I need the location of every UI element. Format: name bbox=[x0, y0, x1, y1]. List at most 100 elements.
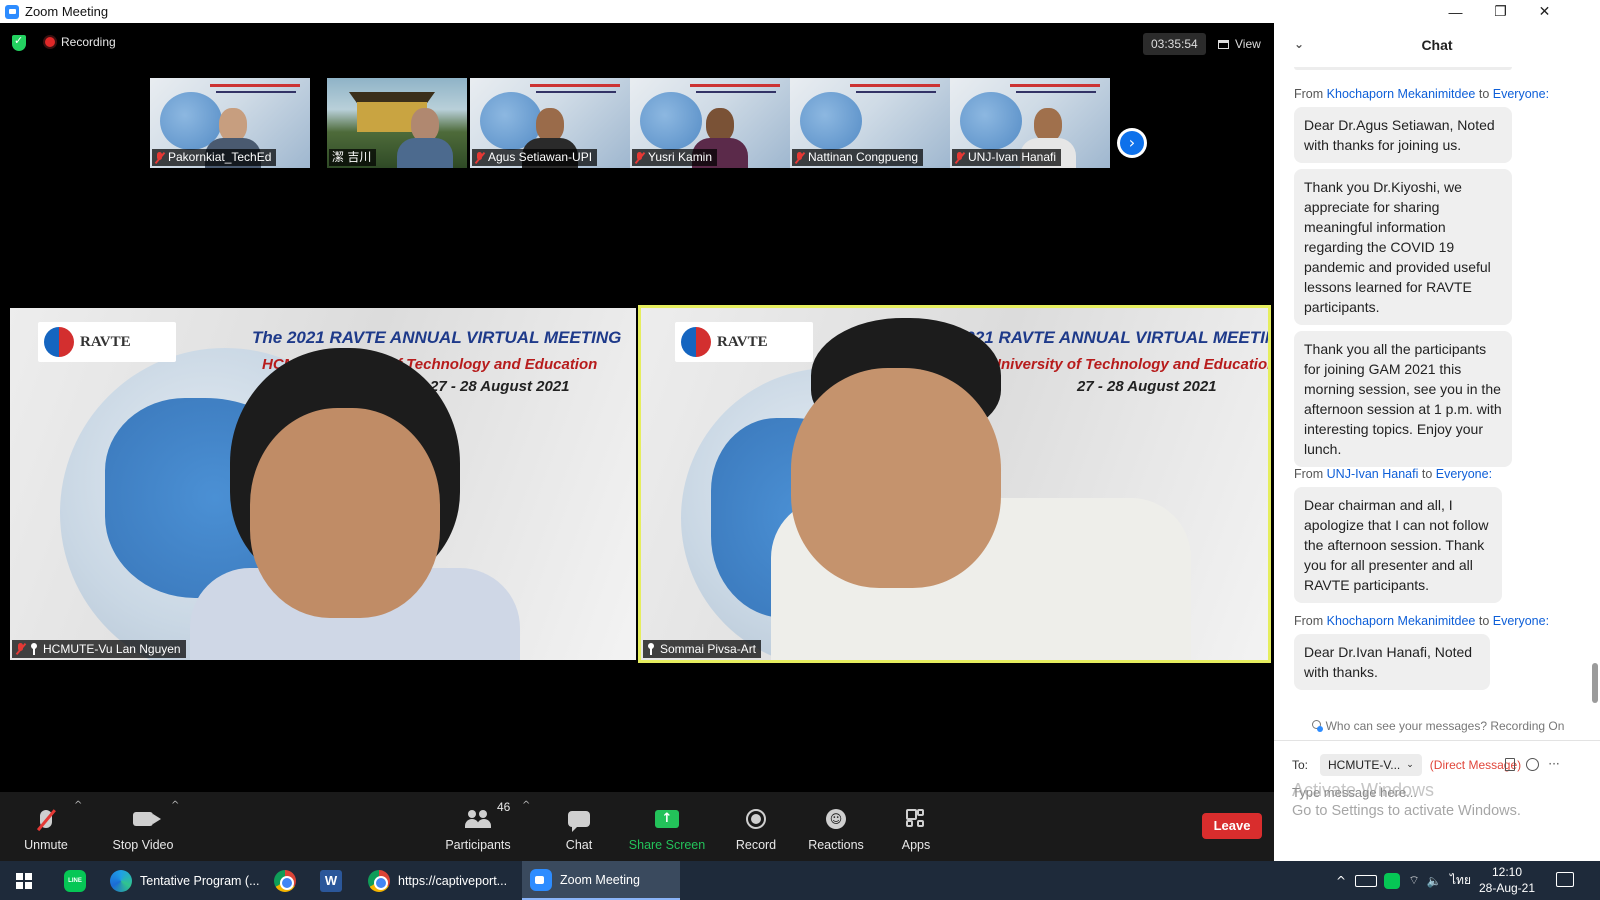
leave-button[interactable]: Leave bbox=[1202, 813, 1262, 839]
muted-mic-icon bbox=[635, 151, 644, 164]
recording-dot-icon bbox=[45, 37, 55, 47]
chat-icon bbox=[568, 811, 590, 832]
participant-thumbnail[interactable]: Yusri Kamin bbox=[630, 78, 790, 168]
sender-name[interactable]: UNJ-Ivan Hanafi bbox=[1327, 467, 1419, 481]
message-sender-line: From Khochaporn Mekanimitdee to Everyone… bbox=[1294, 87, 1550, 101]
chevron-right-icon: › bbox=[1120, 131, 1144, 155]
close-button[interactable]: ✕ bbox=[1522, 0, 1567, 23]
audio-options-caret[interactable]: ^ bbox=[74, 800, 82, 811]
wifi-icon[interactable]: ⌔ bbox=[1404, 873, 1424, 888]
speaker-muted-icon[interactable]: 🔈 bbox=[1424, 874, 1444, 888]
participant-thumbnail[interactable]: Nattinan Congpueng bbox=[790, 78, 950, 168]
title-bar: Zoom Meeting — ❐ ✕ bbox=[0, 0, 1600, 23]
participant-name-tag: Sommai Pivsa-Art bbox=[643, 640, 762, 658]
video-tile[interactable]: RAVTE The 2021 RAVTE ANNUAL VIRTUAL MEET… bbox=[10, 308, 636, 660]
recording-indicator[interactable]: Recording bbox=[45, 35, 116, 49]
notification-center-icon[interactable] bbox=[1556, 872, 1574, 887]
next-page-button[interactable]: › bbox=[1117, 128, 1147, 158]
chat-button[interactable]: Chat bbox=[559, 796, 599, 852]
meeting-timer: 03:35:54 bbox=[1143, 33, 1206, 55]
file-attach-button[interactable] bbox=[1502, 756, 1518, 772]
participants-options-caret[interactable]: ^ bbox=[522, 800, 530, 811]
minimize-button[interactable]: — bbox=[1433, 0, 1478, 23]
chat-scrollbar[interactable] bbox=[1592, 67, 1598, 707]
chat-message[interactable]: Dear Dr.Agus Setiawan, Noted with thanks… bbox=[1294, 107, 1512, 163]
taskbar-item-zoom[interactable]: Zoom Meeting bbox=[522, 861, 680, 900]
stop-video-button[interactable]: Stop Video bbox=[108, 796, 178, 852]
chat-message[interactable]: Dear chairman and all, I apologize that … bbox=[1294, 487, 1502, 603]
slide-dates: 27 - 28 August 2021 bbox=[430, 378, 570, 395]
chevron-down-icon[interactable]: ⌄ bbox=[1294, 37, 1304, 51]
video-options-caret[interactable]: ^ bbox=[171, 800, 179, 811]
chat-message-group: From Khochaporn Mekanimitdee to Everyone… bbox=[1294, 87, 1584, 473]
taskbar-item-word[interactable]: W bbox=[312, 861, 352, 900]
chat-message[interactable]: Dear Dr.Ivan Hanafi, Noted with thanks. bbox=[1294, 634, 1490, 690]
language-indicator[interactable]: ไทย bbox=[1450, 871, 1471, 890]
reactions-button[interactable]: ☺ Apps Reactions bbox=[808, 796, 864, 852]
edge-icon bbox=[110, 869, 132, 892]
participant-thumbnail[interactable]: 潔 吉川 bbox=[327, 78, 467, 168]
meeting-area: Recording 03:35:54 View Pakornkiat_TechE… bbox=[0, 23, 1274, 861]
zoom-window: Zoom Meeting — ❐ ✕ Recording 03:35:54 Vi… bbox=[0, 0, 1600, 900]
recipient-name[interactable]: Everyone: bbox=[1436, 467, 1492, 481]
scrollbar-thumb[interactable] bbox=[1592, 663, 1598, 703]
active-speaker-tile[interactable]: RAVTE The 2021 RAVTE ANNUAL VIRTUAL MEET… bbox=[638, 305, 1271, 663]
chat-message[interactable]: Thank you all the participants for joini… bbox=[1294, 331, 1512, 467]
chat-title: Chat bbox=[1421, 37, 1453, 53]
taskbar-item-edge[interactable]: Tentative Program (... bbox=[102, 861, 260, 900]
participant-thumbnail[interactable]: Pakornkiat_TechEd bbox=[150, 78, 310, 168]
pin-icon bbox=[647, 643, 655, 655]
taskbar-item-chrome-captive[interactable]: https://captiveport... bbox=[360, 861, 518, 900]
recipient-name[interactable]: Everyone: bbox=[1493, 614, 1549, 628]
battery-icon[interactable] bbox=[1355, 874, 1377, 887]
sender-name[interactable]: Khochaporn Mekanimitdee bbox=[1327, 87, 1476, 101]
divider bbox=[1274, 740, 1600, 741]
participant-name-tag: Yusri Kamin bbox=[632, 149, 718, 166]
share-screen-button[interactable]: ↑ Share Screen bbox=[629, 796, 705, 852]
muted-mic-icon bbox=[475, 151, 484, 164]
muted-mic-icon bbox=[16, 643, 25, 655]
zoom-icon bbox=[530, 868, 552, 891]
record-button[interactable]: Record bbox=[734, 796, 778, 852]
system-tray: ^ ⌔ 🔈 ไทย bbox=[1330, 861, 1471, 900]
line-tray-icon[interactable] bbox=[1384, 872, 1400, 889]
apps-icon bbox=[906, 809, 926, 829]
muted-mic-icon bbox=[40, 810, 52, 828]
chrome-icon bbox=[274, 869, 296, 892]
recording-label: Recording bbox=[61, 35, 116, 49]
participants-icon bbox=[465, 810, 491, 828]
chrome-icon bbox=[368, 869, 390, 892]
taskbar-item-chrome[interactable] bbox=[266, 861, 306, 900]
slide-title: The 2021 RAVTE ANNUAL VIRTUAL MEETING bbox=[252, 328, 622, 347]
participant-name-tag: Nattinan Congpueng bbox=[792, 149, 924, 166]
taskbar-clock[interactable]: 12:10 28-Aug-21 bbox=[1478, 864, 1536, 896]
chat-header: ⌄ Chat bbox=[1274, 23, 1600, 67]
restore-button[interactable]: ❐ bbox=[1478, 0, 1523, 23]
view-button[interactable]: View bbox=[1218, 33, 1261, 55]
muted-mic-icon bbox=[955, 151, 964, 164]
chat-message-list[interactable]: From Khochaporn Mekanimitdee to Everyone… bbox=[1274, 67, 1592, 707]
chat-message[interactable]: Thank you Dr.Kiyoshi, we appreciate for … bbox=[1294, 169, 1512, 325]
message-sender-line: From UNJ-Ivan Hanafi to Everyone: bbox=[1294, 467, 1493, 481]
who-can-see-messages[interactable]: Who can see your messages? Recording On bbox=[1274, 719, 1600, 733]
participant-thumbnail[interactable]: Agus Setiawan-UPI bbox=[470, 78, 630, 168]
security-shield-icon[interactable] bbox=[12, 34, 26, 51]
apps-button[interactable]: Apps bbox=[898, 796, 934, 852]
muted-mic-icon bbox=[795, 151, 804, 164]
windows-taskbar: LINE Tentative Program (... W https://ca… bbox=[0, 861, 1600, 900]
unmute-button[interactable]: Unmute bbox=[22, 796, 70, 852]
recipient-dropdown[interactable]: HCMUTE-V... ⌄ bbox=[1320, 754, 1422, 776]
participants-button[interactable]: 46 Participants bbox=[440, 796, 516, 852]
participant-name-tag: 潔 吉川 bbox=[329, 149, 377, 166]
share-screen-icon: ↑ bbox=[655, 810, 679, 828]
participant-thumbnail[interactable]: UNJ-Ivan Hanafi bbox=[950, 78, 1110, 168]
emoji-button[interactable] bbox=[1524, 756, 1540, 772]
show-hidden-icons-chevron-icon[interactable]: ^ bbox=[1330, 874, 1352, 888]
sender-name[interactable]: Khochaporn Mekanimitdee bbox=[1327, 614, 1476, 628]
chat-panel: ⌄ Chat From Khochaporn Mekanimitdee to E… bbox=[1274, 23, 1600, 861]
window-title: Zoom Meeting bbox=[25, 4, 109, 19]
windows-start-icon[interactable] bbox=[16, 873, 32, 889]
taskbar-item-line[interactable]: LINE bbox=[56, 861, 96, 900]
more-options-button[interactable]: ··· bbox=[1546, 756, 1562, 772]
recipient-name[interactable]: Everyone: bbox=[1493, 87, 1549, 101]
